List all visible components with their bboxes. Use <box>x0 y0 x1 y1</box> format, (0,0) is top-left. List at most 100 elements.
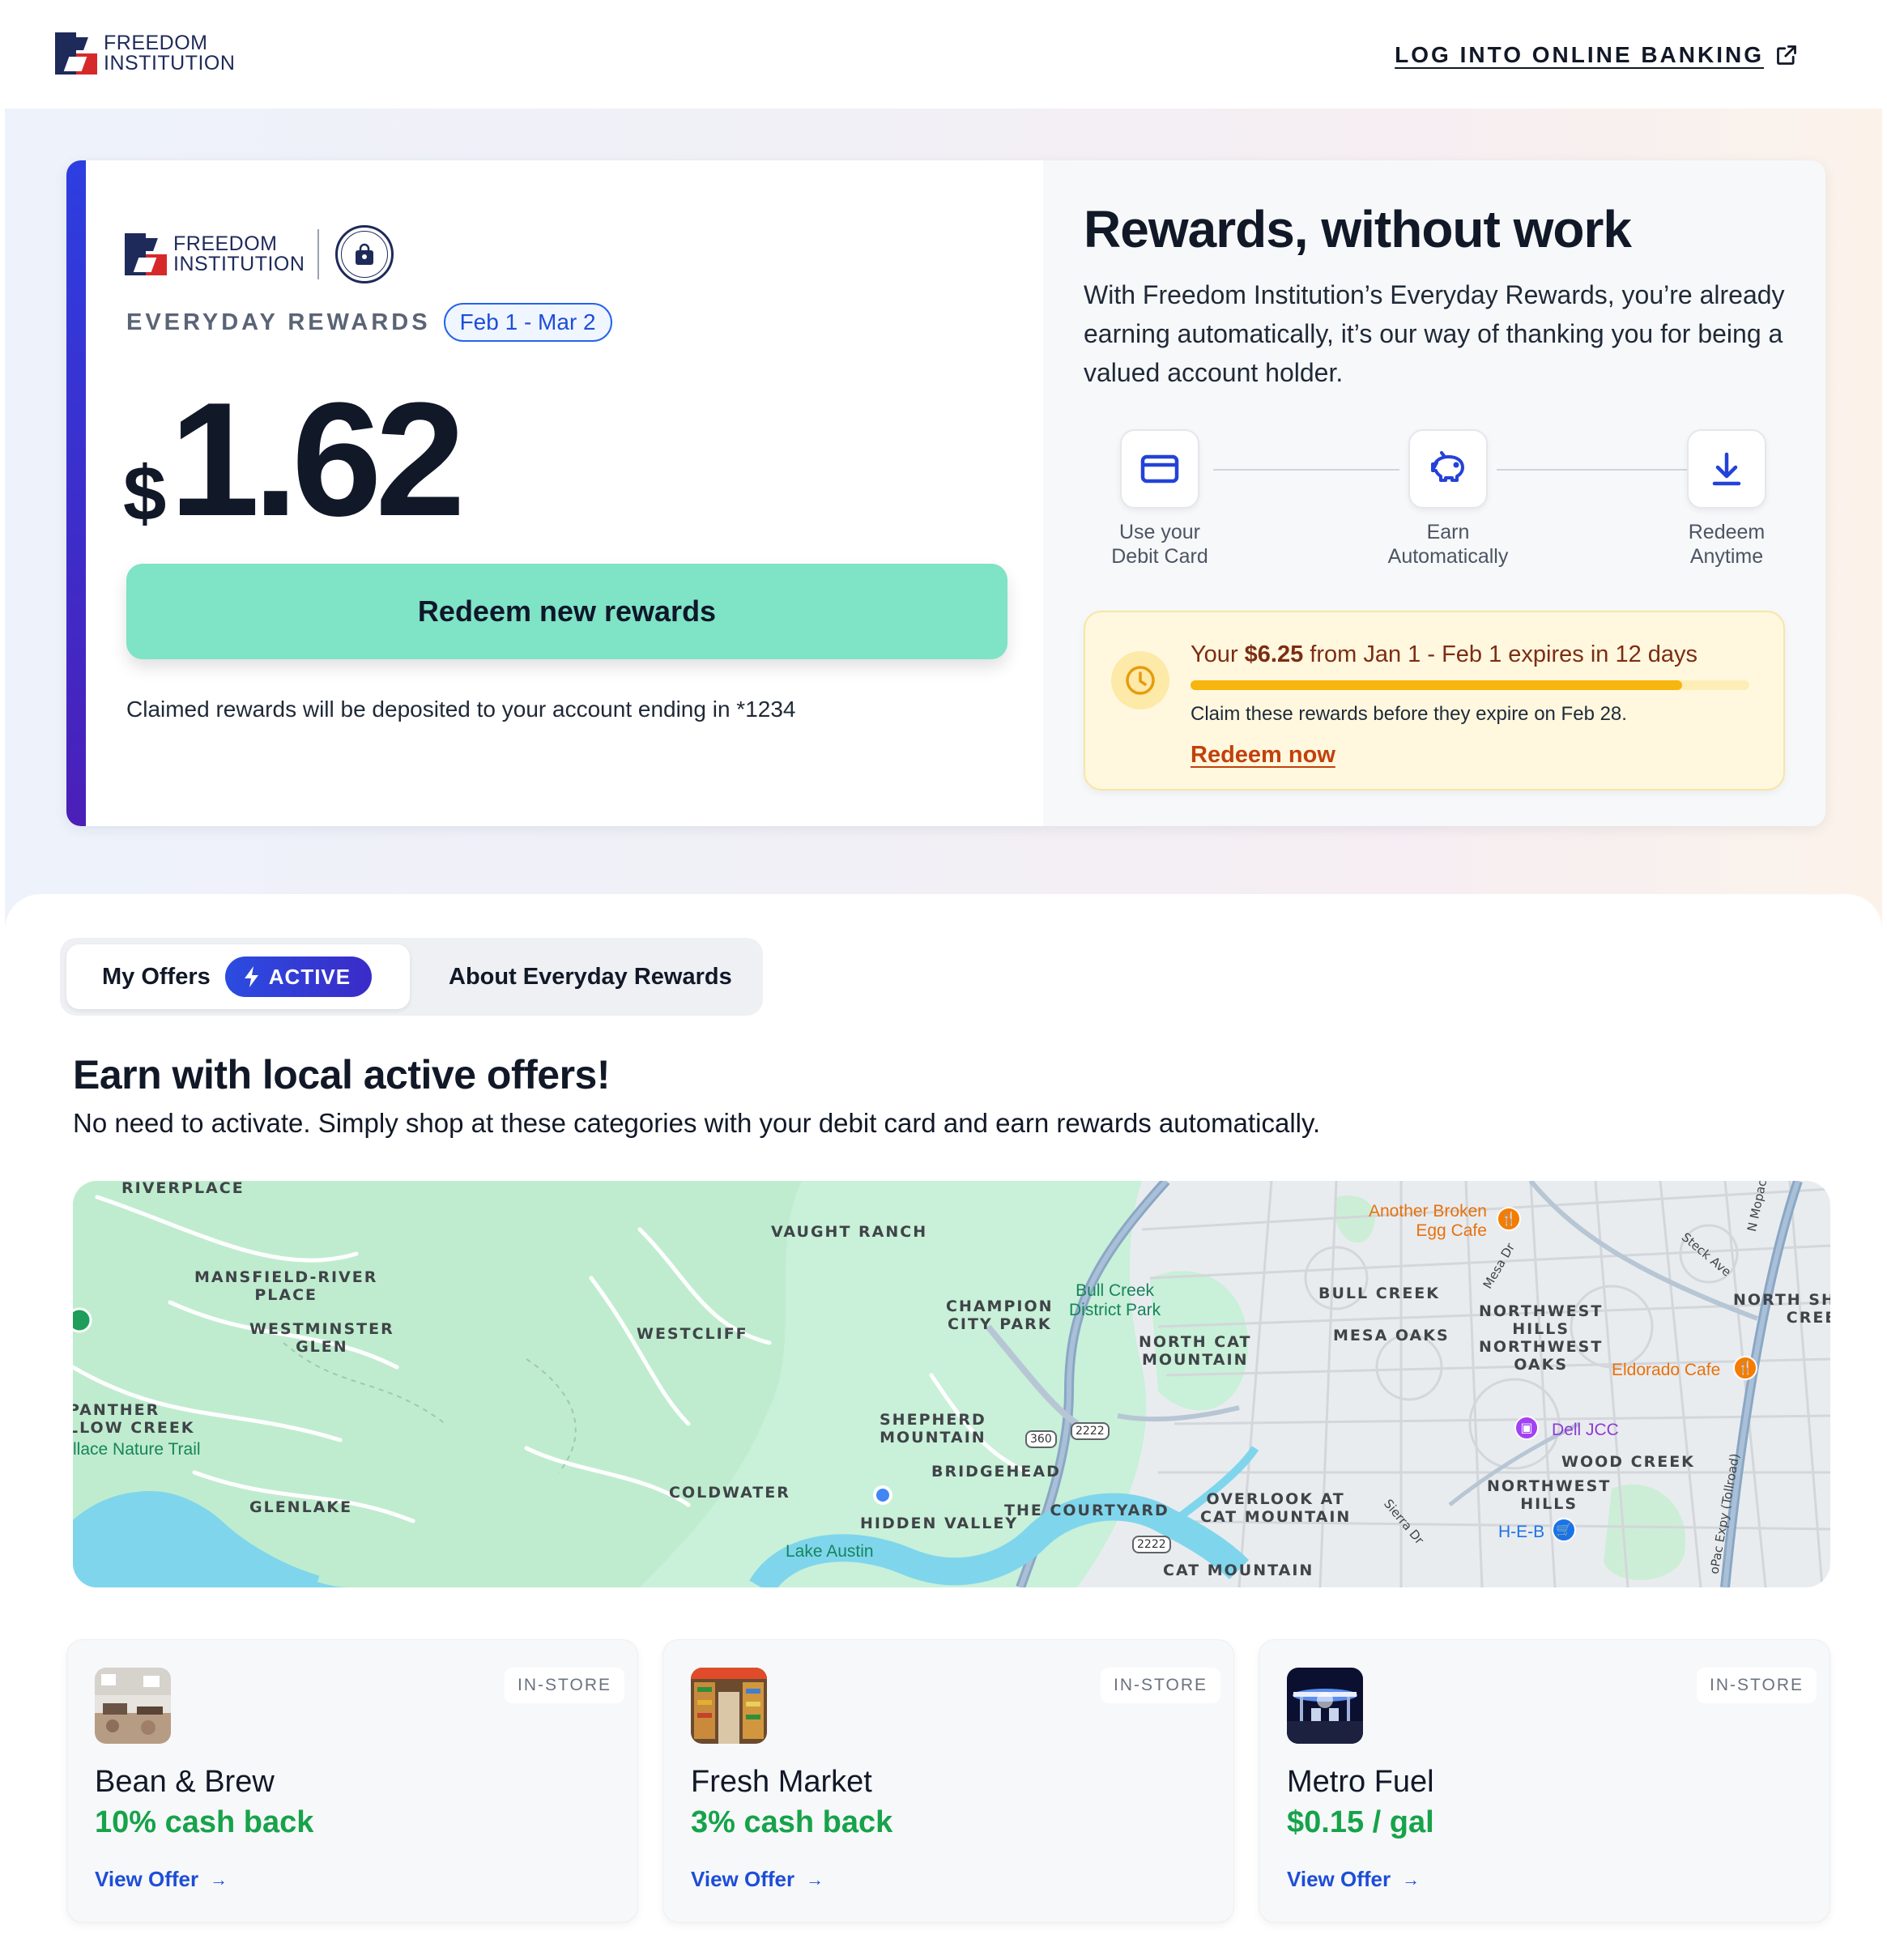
map-label: NORTHWEST HILLS NORTHWEST OAKS <box>1479 1302 1604 1374</box>
map-label: COLDWATER <box>669 1484 790 1502</box>
map-park-label: Bull Creek District Park <box>1069 1281 1161 1319</box>
logo-wordmark: FREEDOM INSTITUTION <box>104 33 235 74</box>
expiry-note: Claim these rewards before they expire o… <box>1191 703 1627 725</box>
step-label-line1: Use your <box>1118 521 1201 543</box>
tab-my-offers[interactable]: My Offers ACTIVE <box>66 944 410 1009</box>
map-label: GLENLAKE <box>249 1498 353 1516</box>
view-offer-link[interactable]: View Offer → <box>95 1867 228 1892</box>
step-earn-automatically: Earn Automatically <box>1367 429 1529 569</box>
arrow-right-icon: → <box>210 1868 228 1890</box>
map-label: OVERLOOK AT CAT MOUNTAIN <box>1200 1490 1352 1526</box>
step-label-line2: Debit Card <box>1111 545 1208 568</box>
login-link-label: LOG INTO ONLINE BANKING <box>1395 42 1764 67</box>
offers-subtitle: No need to activate. Simply shop at thes… <box>73 1108 1321 1138</box>
brand-line-1: FREEDOM <box>104 32 208 54</box>
login-online-banking-link[interactable]: LOG INTO ONLINE BANKING <box>1395 42 1798 68</box>
map-label: THE COURTYARD <box>1004 1502 1169 1519</box>
view-offer-link[interactable]: View Offer → <box>691 1867 824 1892</box>
lightning-icon <box>244 966 258 987</box>
gas-station-thumbnail <box>1287 1668 1363 1744</box>
site-header: FREEDOM INSTITUTION LOG INTO ONLINE BANK… <box>0 0 1887 109</box>
merchant-name: Fresh Market <box>691 1765 872 1799</box>
route-shield: 2222 <box>1071 1422 1110 1440</box>
expiry-prefix: Your <box>1191 641 1245 667</box>
info-title: Rewards, without work <box>1084 200 1632 258</box>
expiry-progress-bar <box>1191 680 1749 690</box>
expiry-suffix: from Jan 1 - Feb 1 expires in 12 days <box>1303 641 1698 667</box>
download-icon <box>1687 429 1766 509</box>
step-use-debit-card: Use your Debit Card <box>1079 429 1241 569</box>
map-label: WOOD CREEK <box>1561 1453 1695 1471</box>
map-poi-label: Eldorado Cafe <box>1612 1361 1721 1379</box>
route-shield: 2222 <box>1132 1536 1171 1553</box>
map-label: SHEPHERD MOUNTAIN <box>880 1411 986 1447</box>
expiry-message: Your $6.25 from Jan 1 - Feb 1 expires in… <box>1191 641 1697 668</box>
clock-icon <box>1111 651 1169 709</box>
expiry-progress-fill <box>1191 680 1683 690</box>
merchant-name: Metro Fuel <box>1287 1765 1434 1799</box>
map-label: WESTCLIFF <box>637 1325 748 1343</box>
route-shield: 360 <box>1025 1430 1057 1448</box>
restaurant-pin-icon[interactable]: 🍴 <box>1733 1356 1757 1380</box>
redeem-now-link[interactable]: Redeem now <box>1191 742 1335 769</box>
map-label: RIVERPLACE <box>121 1181 245 1197</box>
map-label: WESTMINSTER GLEN <box>249 1320 394 1356</box>
info-description: With Freedom Institution’s Everyday Rewa… <box>1084 280 1785 387</box>
external-link-icon <box>1777 45 1796 65</box>
offers-map[interactable]: RIVERPLACE VAUGHT RANCH MANSFIELD-RIVER … <box>73 1181 1830 1587</box>
map-label: PANTHER LLOW CREEK <box>73 1401 195 1437</box>
map-label: MESA OAKS <box>1333 1327 1450 1344</box>
map-label: BULL CREEK <box>1318 1285 1440 1302</box>
view-offer-label: View Offer <box>95 1867 199 1891</box>
offer-card-fresh-market[interactable]: IN-STORE Fresh Market 3% cash back View … <box>662 1639 1234 1923</box>
map-label: HIDDEN VALLEY <box>860 1515 1019 1532</box>
offer-deal: 3% cash back <box>691 1805 893 1839</box>
active-badge: ACTIVE <box>224 957 373 997</box>
logo-mark-icon <box>55 32 97 75</box>
step-label-line1: Redeem <box>1688 521 1766 543</box>
step-label-line2: Automatically <box>1387 545 1509 568</box>
offers-title: Earn with local active offers! <box>73 1052 610 1097</box>
in-store-badge: IN-STORE <box>505 1668 624 1703</box>
map-poi-label: Another Broken Egg Cafe <box>1369 1202 1487 1240</box>
credit-card-icon <box>1120 429 1199 509</box>
info-panel-content: Rewards, without work With Freedom Insti… <box>66 160 1825 826</box>
offer-card-bean-and-brew[interactable]: IN-STORE Bean & Brew 10% cash back View … <box>66 1639 638 1923</box>
expiry-amount: $6.25 <box>1244 641 1304 667</box>
map-label: VAUGHT RANCH <box>771 1223 928 1241</box>
brand-line-2: INSTITUTION <box>104 52 236 75</box>
how-it-works-steps: Use your Debit Card Earn Automatically Red… <box>1084 429 1812 569</box>
view-offer-label: View Offer <box>1287 1867 1391 1891</box>
map-park-label: Lake Austin <box>786 1542 874 1561</box>
active-badge-label: ACTIVE <box>268 964 351 989</box>
in-store-badge: IN-STORE <box>1697 1668 1817 1703</box>
view-offer-link[interactable]: View Offer → <box>1287 1867 1420 1892</box>
restaurant-pin-icon[interactable]: 🍴 <box>1497 1207 1521 1231</box>
step-redeem-anytime: Redeem Anytime <box>1646 429 1808 569</box>
map-poi-label: H-E-B <box>1498 1523 1545 1541</box>
offer-deal: 10% cash back <box>95 1805 314 1839</box>
tab-about-everyday-rewards[interactable]: About Everyday Rewards <box>449 944 732 1009</box>
map-park-label: llace Nature Trail <box>73 1440 201 1459</box>
map-label: MANSFIELD-RIVER PLACE <box>194 1268 378 1304</box>
tab-my-offers-label: My Offers <box>102 963 211 990</box>
piggy-bank-icon <box>1408 429 1488 509</box>
building-pin-icon[interactable]: ▣ <box>1514 1416 1539 1440</box>
merchant-name: Bean & Brew <box>95 1765 275 1799</box>
map-label: BRIDGEHEAD <box>931 1463 1061 1481</box>
map-label: CHAMPION CITY PARK <box>946 1297 1054 1333</box>
map-label: NORTH CAT MOUNTAIN <box>1139 1333 1252 1369</box>
cafe-thumbnail <box>95 1668 171 1744</box>
offers-tabs: My Offers ACTIVE About Everyday Rewards <box>60 938 763 1016</box>
arrow-right-icon: → <box>1402 1868 1421 1890</box>
arrow-right-icon: → <box>806 1868 824 1890</box>
grocery-thumbnail <box>691 1668 767 1744</box>
map-label: NORTHWEST HILLS <box>1487 1477 1612 1513</box>
in-store-badge: IN-STORE <box>1101 1668 1220 1703</box>
offer-card-metro-fuel[interactable]: IN-STORE Metro Fuel $0.15 / gal View Off… <box>1259 1639 1830 1923</box>
offer-deal: $0.15 / gal <box>1287 1805 1434 1839</box>
freedom-institution-logo[interactable]: FREEDOM INSTITUTION <box>55 32 235 75</box>
shopping-cart-pin-icon[interactable]: 🛒 <box>1552 1518 1576 1542</box>
expiring-rewards-notice: Your $6.25 from Jan 1 - Feb 1 expires in… <box>1084 611 1785 790</box>
map-poi-label: Dell JCC <box>1552 1421 1619 1439</box>
